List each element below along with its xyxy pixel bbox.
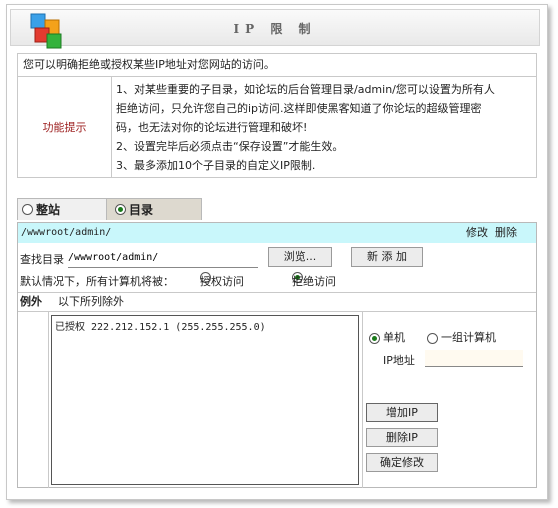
exceptions-body: 已授权 222.212.152.1 (255.255.255.0) 单机 一组计…	[18, 311, 536, 488]
description-text: 您可以明确拒绝或授权某些IP地址对您网站的访问。	[17, 53, 537, 77]
remove-ip-button[interactable]: 删除IP	[366, 428, 438, 447]
radio-icon	[427, 332, 438, 344]
tab-radio-icon	[115, 204, 126, 215]
confirm-modify-button[interactable]: 确定修改	[366, 453, 438, 472]
modify-link[interactable]: 修改	[466, 223, 488, 243]
hint-line: 2、设置完毕后必须点击“保存设置”才能生效。	[116, 140, 344, 153]
hint-line: 1、对某些重要的子目录，如论坛的后台管理目录/admin/您可以设置为所有人	[116, 83, 495, 96]
exceptions-text: 以下所列除外	[58, 295, 124, 308]
page-title: IP 限 制	[233, 22, 317, 36]
deny-access-label: 拒绝访问	[292, 275, 336, 288]
directory-row[interactable]: /wwwroot/admin/ 修改 删除	[18, 223, 536, 243]
directory-panel: /wwwroot/admin/ 修改 删除 查找目录 浏览... 新 添 加 默…	[17, 222, 537, 488]
hint-line: 3、最多添加10个子目录的自定义IP限制.	[116, 159, 316, 172]
browse-button[interactable]: 浏览...	[268, 247, 332, 267]
hint-label: 功能提示	[18, 77, 112, 177]
tab-label: 整站	[36, 203, 61, 217]
title-bar: IP 限 制	[10, 9, 540, 49]
tab-radio-icon	[22, 204, 33, 215]
single-machine-label: 单机	[383, 331, 405, 344]
hint-line: 拒绝访问，只允许您自己的ip访问.这样即使黑客知道了你论坛的超级管理密	[116, 102, 482, 115]
hint-line: 码，也无法对你的论坛进行管理和破坏!	[116, 121, 308, 134]
tab-label: 目录	[129, 203, 154, 217]
delete-link[interactable]: 删除	[495, 223, 517, 243]
directory-path: /wwwroot/admin/	[21, 227, 112, 238]
exceptions-list[interactable]: 已授权 222.212.152.1 (255.255.255.0)	[51, 315, 359, 485]
ip-edit-panel: 单机 一组计算机 IP地址 增加IP 删除IP 确定修改	[362, 312, 535, 488]
add-ip-button[interactable]: 增加IP	[366, 403, 438, 422]
exceptions-label: 例外	[20, 295, 42, 308]
exceptions-row: 例外 以下所列除外	[18, 292, 536, 312]
group-machine-label: 一组计算机	[441, 331, 496, 344]
hint-box: 功能提示 1、对某些重要的子目录，如论坛的后台管理目录/admin/您可以设置为…	[17, 77, 537, 178]
single-machine-option[interactable]: 单机	[369, 329, 405, 345]
allow-access-label: 授权访问	[200, 275, 244, 288]
group-machine-option[interactable]: 一组计算机	[427, 329, 496, 345]
left-spacer	[18, 312, 49, 488]
ip-address-label: IP地址	[383, 354, 415, 367]
find-row: 查找目录 浏览... 新 添 加	[18, 245, 536, 269]
default-access-row: 默认情况下，所有计算机将被： 授权访问 拒绝访问	[18, 272, 536, 292]
hint-text: 1、对某些重要的子目录，如论坛的后台管理目录/admin/您可以设置为所有人 拒…	[116, 80, 526, 175]
tab-whole-site[interactable]: 整站	[17, 198, 107, 220]
radio-icon	[369, 332, 380, 344]
add-new-button[interactable]: 新 添 加	[351, 247, 423, 267]
tab-directory[interactable]: 目录	[106, 198, 202, 220]
find-label: 查找目录	[20, 253, 64, 266]
ip-address-input[interactable]	[425, 350, 523, 367]
default-access-label: 默认情况下，所有计算机将被：	[20, 275, 174, 288]
find-directory-input[interactable]	[68, 249, 258, 268]
exception-item[interactable]: 已授权 222.212.152.1 (255.255.255.0)	[55, 318, 355, 333]
